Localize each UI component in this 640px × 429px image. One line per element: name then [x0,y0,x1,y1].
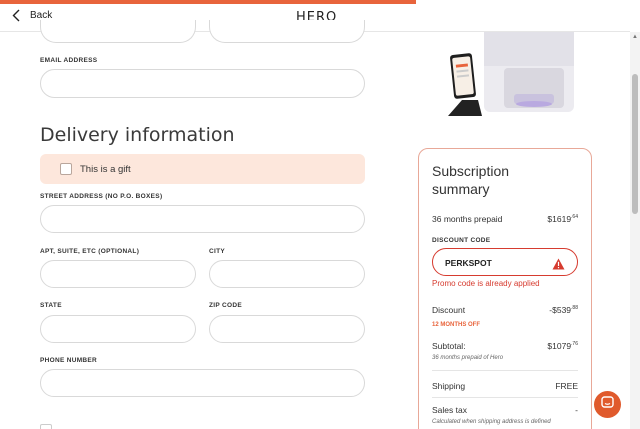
divider [432,370,578,371]
checkbox-partial[interactable] [40,424,52,429]
state-label: STATE [40,302,62,309]
first-name-field[interactable] [40,20,196,43]
state-field[interactable] [40,315,196,343]
shipping-value: FREE [555,381,578,391]
shipping-label: Shipping [432,381,466,391]
discount-code-label: DISCOUNT CODE [432,237,491,244]
warning-icon [552,257,565,275]
plan-price: $1619.64 [547,214,578,224]
last-name-field[interactable] [209,20,365,43]
promo-code-value: PERKSPOT [445,258,492,268]
subtotal-label: Subtotal: [432,341,466,351]
chat-icon [601,395,614,414]
phone-label: PHONE NUMBER [40,357,98,364]
scrollbar-thumb[interactable] [632,74,638,214]
delivery-heading: Delivery information [40,124,235,146]
gift-checkbox[interactable] [60,163,72,175]
product-image [440,32,580,122]
subtotal-note: 36 months prepaid of Hero [432,355,504,361]
discount-value: -$539.88 [549,305,578,315]
apt-field[interactable] [40,260,196,288]
plan-row: 36 months prepaid $1619.64 [432,214,578,224]
email-field[interactable] [40,69,365,98]
promo-code-input[interactable]: PERKSPOT [432,248,578,276]
tax-note: Calculated when shipping address is defi… [432,419,551,425]
apt-label: APT, SUITE, ETC (OPTIONAL) [40,248,140,255]
city-field[interactable] [209,260,365,288]
scrollbar[interactable]: ▲ [630,32,640,429]
street-label: STREET ADDRESS (NO P.O. BOXES) [40,193,163,200]
zip-field[interactable] [209,315,365,343]
tax-value: - [575,405,578,415]
summary-title: Subscription summary [432,163,510,197]
checkout-page: Back HERO EMAIL ADDRESS Delivery informa… [0,0,640,429]
chevron-left-icon [12,9,20,22]
shipping-row: Shipping FREE [432,381,578,391]
chat-button[interactable] [594,391,621,418]
gift-option[interactable]: This is a gift [40,154,365,184]
subscription-summary: Subscription summary 36 months prepaid $… [418,148,592,429]
street-address-field[interactable] [40,205,365,233]
subtotal-row: Subtotal: $1079.76 [432,341,578,351]
tax-row: Sales tax - [432,405,578,415]
city-label: CITY [209,248,226,255]
subtotal-value: $1079.76 [547,341,578,351]
discount-row: Discount -$539.88 [432,305,578,315]
email-label: EMAIL ADDRESS [40,57,98,64]
zip-label: ZIP CODE [209,302,242,309]
discount-label: Discount [432,305,466,315]
plan-label: 36 months prepaid [432,214,503,224]
discount-tag: 12 MONTHS OFF [432,322,481,328]
phone-field[interactable] [40,369,365,397]
scroll-up-icon[interactable]: ▲ [632,34,638,40]
gift-label: This is a gift [80,164,131,175]
divider [432,397,578,398]
tax-label: Sales tax [432,405,467,415]
promo-error: Promo code is already applied [432,279,540,288]
